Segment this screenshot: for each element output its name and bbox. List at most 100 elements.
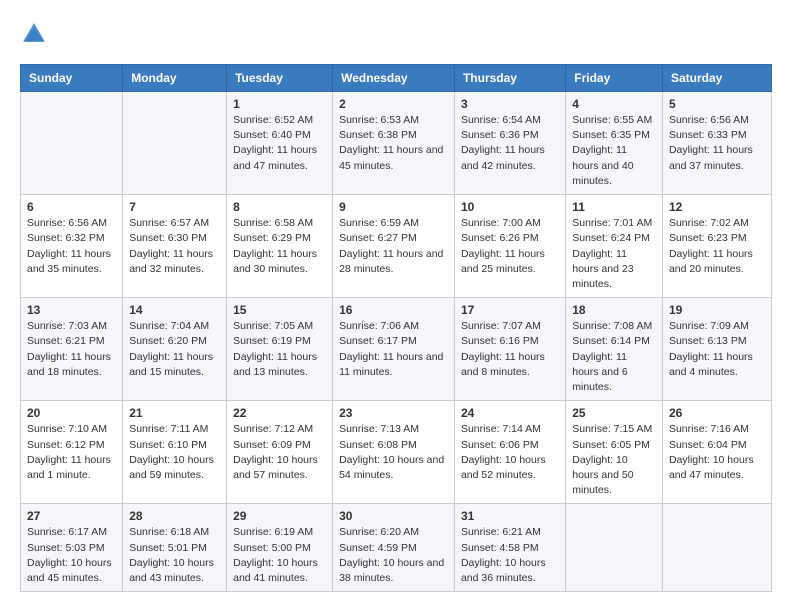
calendar-cell: 18 Sunrise: 7:08 AM Sunset: 6:14 PM Dayli… <box>566 298 663 401</box>
logo <box>20 20 52 48</box>
calendar-cell: 14 Sunrise: 7:04 AM Sunset: 6:20 PM Dayli… <box>123 298 227 401</box>
weekday-header-monday: Monday <box>123 65 227 92</box>
day-number: 25 <box>572 406 656 420</box>
calendar-cell: 17 Sunrise: 7:07 AM Sunset: 6:16 PM Dayli… <box>454 298 565 401</box>
calendar-cell: 26 Sunrise: 7:16 AM Sunset: 6:04 PM Dayli… <box>662 401 771 504</box>
calendar-cell: 1Sunrise: 6:52 AM Sunset: 6:40 PM Daylig… <box>227 92 333 195</box>
calendar-cell: 12 Sunrise: 7:02 AM Sunset: 6:23 PM Dayli… <box>662 195 771 298</box>
calendar-cell <box>21 92 123 195</box>
calendar-cell: 23Sunrise: 7:13 AM Sunset: 6:08 PM Dayli… <box>333 401 455 504</box>
day-number: 11 <box>572 200 656 214</box>
day-info: Sunrise: 7:10 AM Sunset: 6:12 PM Dayligh… <box>27 422 116 483</box>
logo-icon <box>20 20 48 48</box>
calendar-row-4: 27 Sunrise: 6:17 AM Sunset: 5:03 PM Dayli… <box>21 504 772 592</box>
day-info: Sunrise: 6:56 AM Sunset: 6:32 PM Dayligh… <box>27 216 116 277</box>
calendar-table: SundayMondayTuesdayWednesdayThursdayFrid… <box>20 64 772 592</box>
day-info: Sunrise: 6:21 AM Sunset: 4:58 PM Dayligh… <box>461 525 559 586</box>
day-number: 2 <box>339 97 448 111</box>
calendar-cell: 3 Sunrise: 6:54 AM Sunset: 6:36 PM Daylig… <box>454 92 565 195</box>
calendar-cell: 16 Sunrise: 7:06 AM Sunset: 6:17 PM Dayli… <box>333 298 455 401</box>
calendar-cell: 31 Sunrise: 6:21 AM Sunset: 4:58 PM Dayli… <box>454 504 565 592</box>
day-info: Sunrise: 7:13 AM Sunset: 6:08 PM Dayligh… <box>339 422 448 483</box>
day-info: Sunrise: 7:02 AM Sunset: 6:23 PM Dayligh… <box>669 216 765 277</box>
day-number: 8 <box>233 200 326 214</box>
day-number: 12 <box>669 200 765 214</box>
calendar-cell: 21 Sunrise: 7:11 AM Sunset: 6:10 PM Dayli… <box>123 401 227 504</box>
calendar-cell: 5 Sunrise: 6:56 AM Sunset: 6:33 PM Daylig… <box>662 92 771 195</box>
day-number: 3 <box>461 97 559 111</box>
day-number: 31 <box>461 509 559 523</box>
page-header <box>20 20 772 48</box>
day-number: 18 <box>572 303 656 317</box>
calendar-cell: 6Sunrise: 6:56 AM Sunset: 6:32 PM Daylig… <box>21 195 123 298</box>
calendar-cell: 2 Sunrise: 6:53 AM Sunset: 6:38 PM Daylig… <box>333 92 455 195</box>
day-info: Sunrise: 7:05 AM Sunset: 6:19 PM Dayligh… <box>233 319 326 380</box>
calendar-cell <box>566 504 663 592</box>
calendar-row-1: 6Sunrise: 6:56 AM Sunset: 6:32 PM Daylig… <box>21 195 772 298</box>
calendar-row-3: 20 Sunrise: 7:10 AM Sunset: 6:12 PM Dayli… <box>21 401 772 504</box>
day-info: Sunrise: 6:20 AM Sunset: 4:59 PM Dayligh… <box>339 525 448 586</box>
weekday-header-thursday: Thursday <box>454 65 565 92</box>
day-info: Sunrise: 6:56 AM Sunset: 6:33 PM Dayligh… <box>669 113 765 174</box>
day-info: Sunrise: 6:58 AM Sunset: 6:29 PM Dayligh… <box>233 216 326 277</box>
calendar-cell: 11 Sunrise: 7:01 AM Sunset: 6:24 PM Dayli… <box>566 195 663 298</box>
day-number: 26 <box>669 406 765 420</box>
day-number: 19 <box>669 303 765 317</box>
calendar-cell: 28 Sunrise: 6:18 AM Sunset: 5:01 PM Dayli… <box>123 504 227 592</box>
day-info: Sunrise: 7:06 AM Sunset: 6:17 PM Dayligh… <box>339 319 448 380</box>
calendar-cell: 27 Sunrise: 6:17 AM Sunset: 5:03 PM Dayli… <box>21 504 123 592</box>
calendar-cell: 9 Sunrise: 6:59 AM Sunset: 6:27 PM Daylig… <box>333 195 455 298</box>
day-info: Sunrise: 7:14 AM Sunset: 6:06 PM Dayligh… <box>461 422 559 483</box>
day-info: Sunrise: 7:03 AM Sunset: 6:21 PM Dayligh… <box>27 319 116 380</box>
calendar-cell: 25 Sunrise: 7:15 AM Sunset: 6:05 PM Dayli… <box>566 401 663 504</box>
day-info: Sunrise: 7:11 AM Sunset: 6:10 PM Dayligh… <box>129 422 220 483</box>
day-info: Sunrise: 6:52 AM Sunset: 6:40 PM Dayligh… <box>233 113 326 174</box>
day-number: 7 <box>129 200 220 214</box>
day-number: 28 <box>129 509 220 523</box>
calendar-cell: 29 Sunrise: 6:19 AM Sunset: 5:00 PM Dayli… <box>227 504 333 592</box>
calendar-cell: 4 Sunrise: 6:55 AM Sunset: 6:35 PM Daylig… <box>566 92 663 195</box>
calendar-cell: 7Sunrise: 6:57 AM Sunset: 6:30 PM Daylig… <box>123 195 227 298</box>
day-info: Sunrise: 6:59 AM Sunset: 6:27 PM Dayligh… <box>339 216 448 277</box>
day-number: 21 <box>129 406 220 420</box>
weekday-header-wednesday: Wednesday <box>333 65 455 92</box>
weekday-header-tuesday: Tuesday <box>227 65 333 92</box>
day-number: 10 <box>461 200 559 214</box>
day-info: Sunrise: 6:17 AM Sunset: 5:03 PM Dayligh… <box>27 525 116 586</box>
calendar-cell: 24 Sunrise: 7:14 AM Sunset: 6:06 PM Dayli… <box>454 401 565 504</box>
day-number: 22 <box>233 406 326 420</box>
day-info: Sunrise: 7:16 AM Sunset: 6:04 PM Dayligh… <box>669 422 765 483</box>
day-info: Sunrise: 6:55 AM Sunset: 6:35 PM Dayligh… <box>572 113 656 189</box>
day-number: 14 <box>129 303 220 317</box>
day-number: 5 <box>669 97 765 111</box>
day-number: 27 <box>27 509 116 523</box>
day-info: Sunrise: 7:15 AM Sunset: 6:05 PM Dayligh… <box>572 422 656 498</box>
day-info: Sunrise: 6:54 AM Sunset: 6:36 PM Dayligh… <box>461 113 559 174</box>
calendar-cell: 10 Sunrise: 7:00 AM Sunset: 6:26 PM Dayli… <box>454 195 565 298</box>
day-number: 30 <box>339 509 448 523</box>
day-number: 9 <box>339 200 448 214</box>
day-number: 17 <box>461 303 559 317</box>
day-info: Sunrise: 6:53 AM Sunset: 6:38 PM Dayligh… <box>339 113 448 174</box>
day-info: Sunrise: 7:04 AM Sunset: 6:20 PM Dayligh… <box>129 319 220 380</box>
calendar-cell: 13Sunrise: 7:03 AM Sunset: 6:21 PM Dayli… <box>21 298 123 401</box>
calendar-cell <box>662 504 771 592</box>
weekday-header-saturday: Saturday <box>662 65 771 92</box>
day-number: 29 <box>233 509 326 523</box>
day-info: Sunrise: 7:01 AM Sunset: 6:24 PM Dayligh… <box>572 216 656 292</box>
day-number: 20 <box>27 406 116 420</box>
day-number: 16 <box>339 303 448 317</box>
day-info: Sunrise: 7:07 AM Sunset: 6:16 PM Dayligh… <box>461 319 559 380</box>
day-number: 15 <box>233 303 326 317</box>
day-info: Sunrise: 6:18 AM Sunset: 5:01 PM Dayligh… <box>129 525 220 586</box>
day-number: 4 <box>572 97 656 111</box>
calendar-row-0: 1Sunrise: 6:52 AM Sunset: 6:40 PM Daylig… <box>21 92 772 195</box>
day-info: Sunrise: 7:08 AM Sunset: 6:14 PM Dayligh… <box>572 319 656 395</box>
calendar-cell: 30 Sunrise: 6:20 AM Sunset: 4:59 PM Dayli… <box>333 504 455 592</box>
day-info: Sunrise: 7:09 AM Sunset: 6:13 PM Dayligh… <box>669 319 765 380</box>
calendar-cell: 15 Sunrise: 7:05 AM Sunset: 6:19 PM Dayli… <box>227 298 333 401</box>
day-info: Sunrise: 7:12 AM Sunset: 6:09 PM Dayligh… <box>233 422 326 483</box>
day-info: Sunrise: 7:00 AM Sunset: 6:26 PM Dayligh… <box>461 216 559 277</box>
day-number: 24 <box>461 406 559 420</box>
day-info: Sunrise: 6:19 AM Sunset: 5:00 PM Dayligh… <box>233 525 326 586</box>
